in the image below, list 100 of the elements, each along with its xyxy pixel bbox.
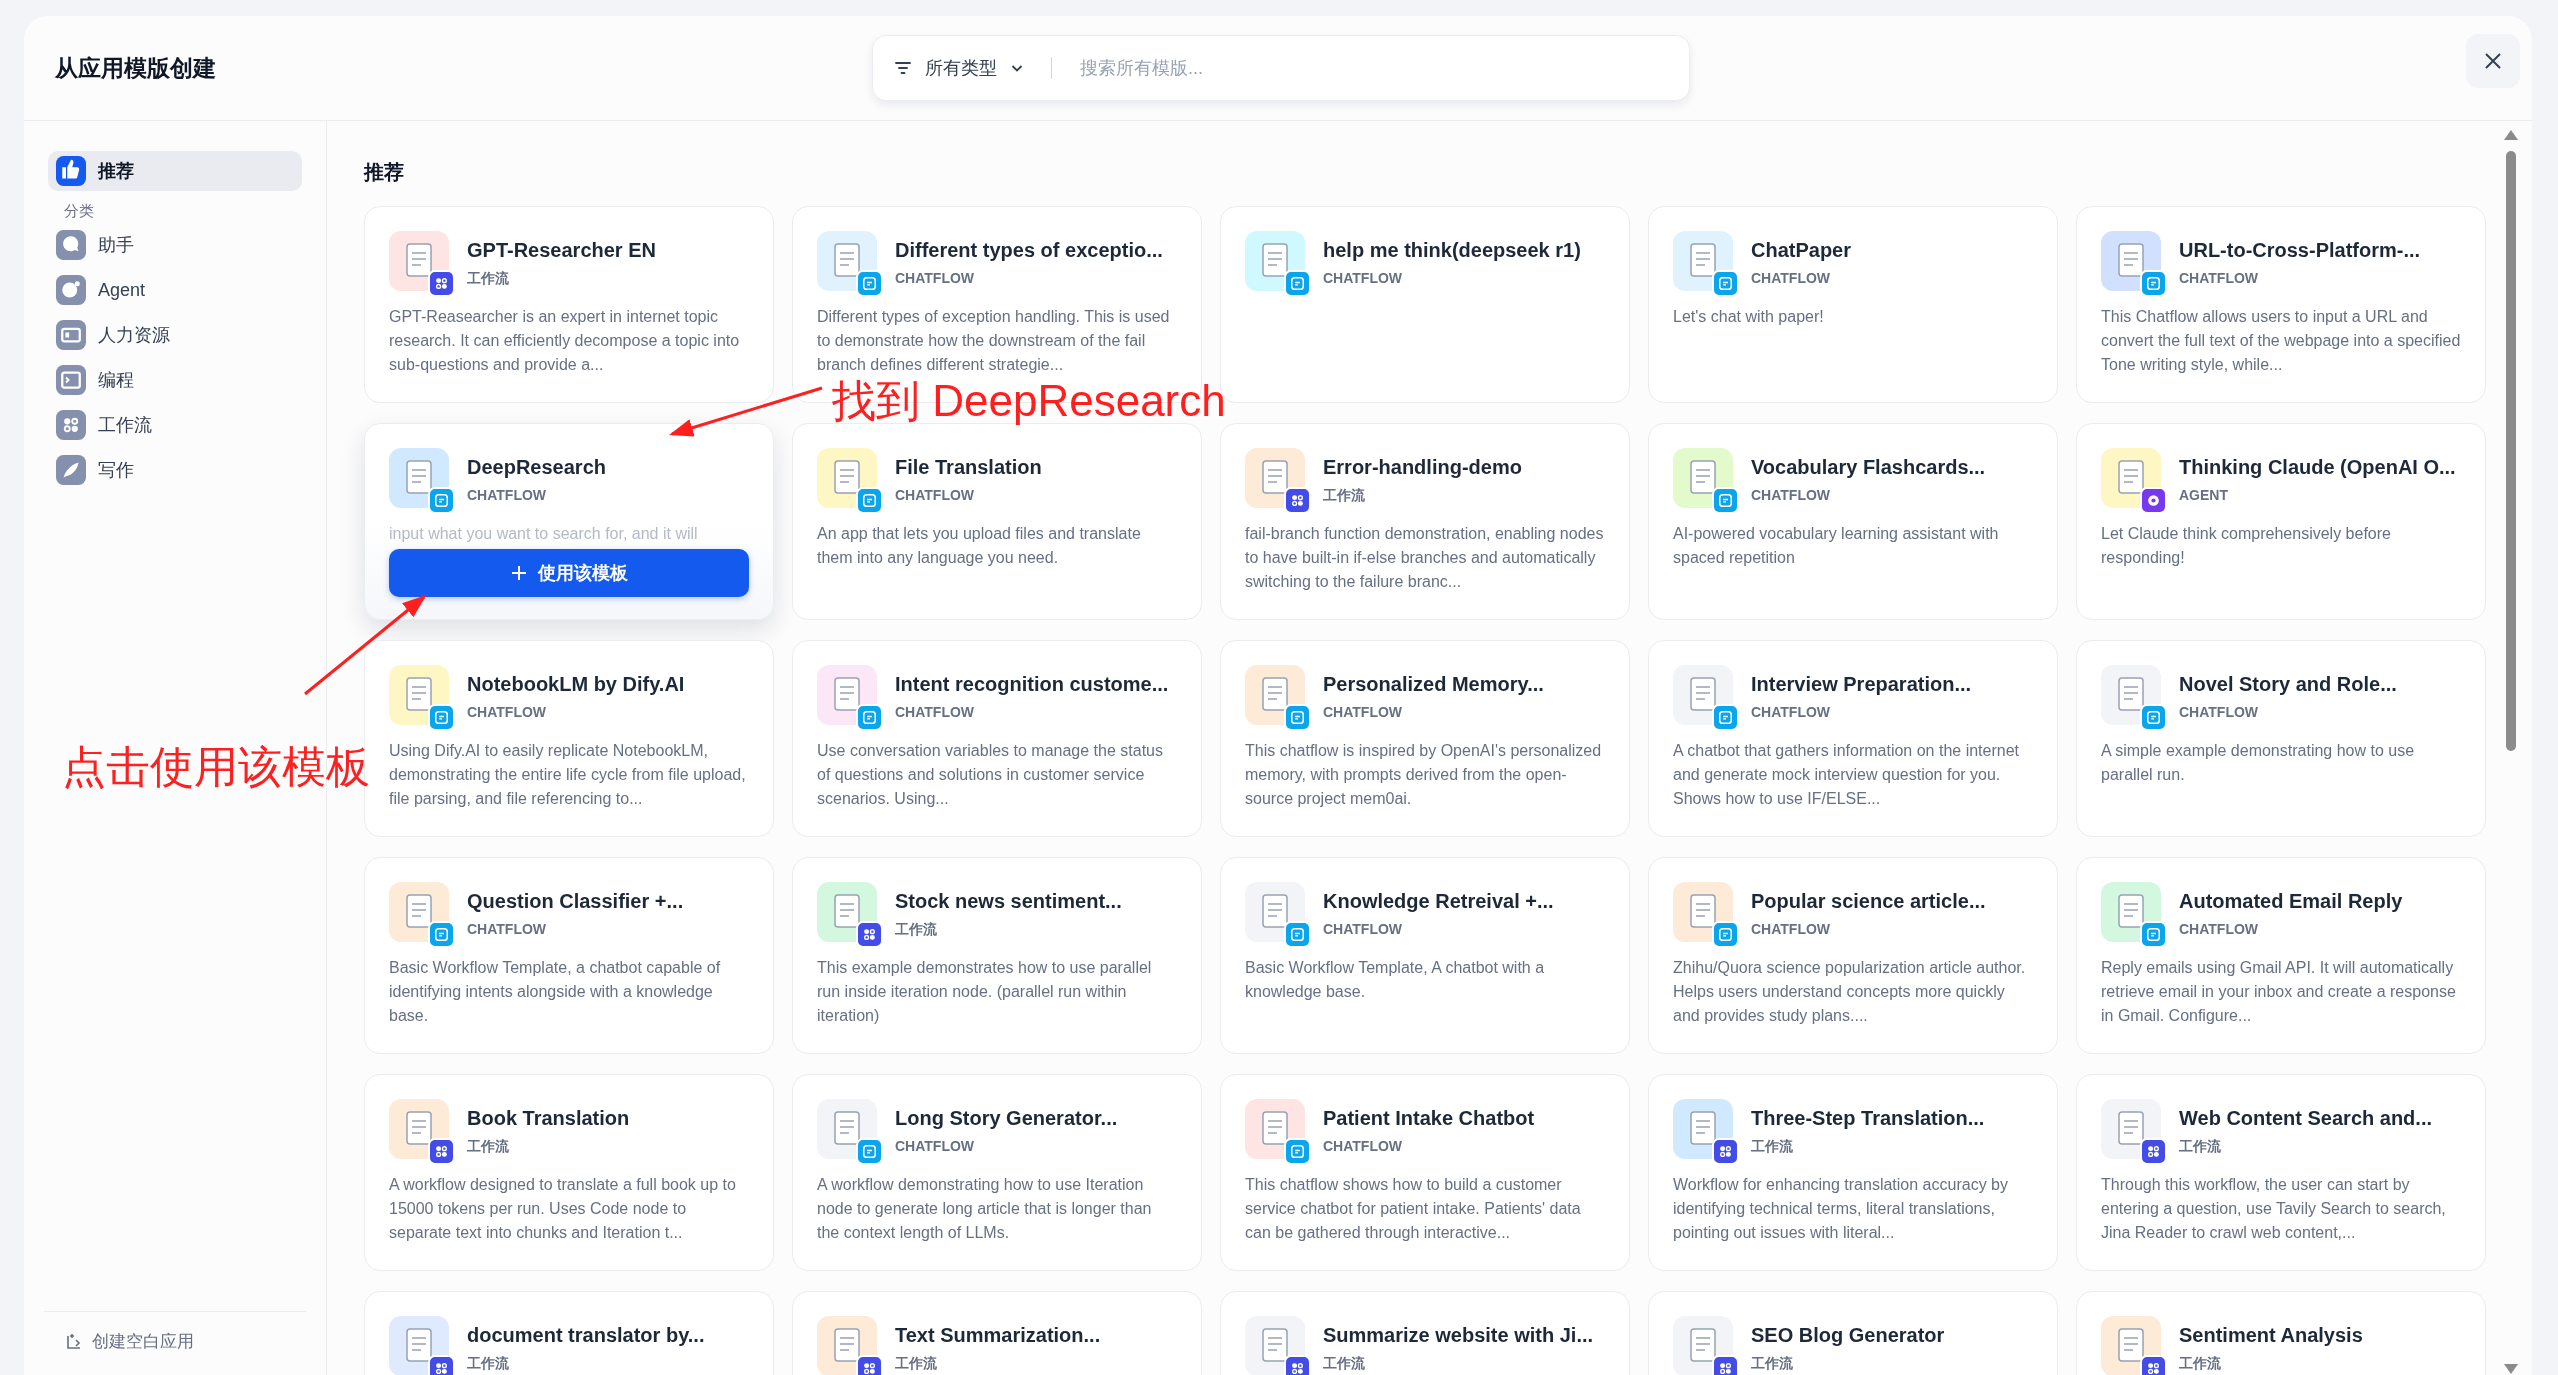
template-name: Book Translation [467,1107,630,1130]
chat-badge-icon [428,487,455,514]
template-type: CHATFLOW [467,921,548,937]
template-name: Different types of exceptio... [895,239,1163,262]
template-type: CHATFLOW [895,1138,976,1154]
sidebar-item[interactable]: Agent [48,270,302,310]
template-type: CHATFLOW [1751,704,1832,720]
scroll-up-arrow-icon[interactable] [2503,129,2519,141]
template-name: Thinking Claude (OpenAI O... [2179,456,2456,479]
scroll-down-arrow-icon[interactable] [2503,1363,2519,1375]
template-type: CHATFLOW [1751,487,1832,503]
template-card[interactable]: Automated Email Reply CHATFLOW Reply emails using Gmail API. It will automatically retrieve email in your inbox and create a response in Gmail. Configure... [2076,857,2486,1054]
template-description: Let Claude think comprehensively before responding! [2101,524,2392,568]
type-filter-dropdown[interactable]: 所有类型 [893,56,1025,80]
template-card[interactable]: SEO Blog Generator 工作流 [1648,1291,2058,1375]
template-name: Novel Story and Role... [2179,673,2397,696]
workflow-badge-icon [1284,1355,1311,1375]
template-card[interactable]: Interview Preparation... CHATFLOW A chatbot that gathers information on the internet and generate mock interview question for you. Shows how to use IF/ELSE... [1648,640,2058,837]
template-type: CHATFLOW [467,487,548,503]
sidebar-item[interactable]: 工作流 [48,405,302,445]
workflow-badge-icon [856,1355,883,1375]
template-type: 工作流 [1751,1138,1794,1156]
chat-badge-icon [1712,487,1739,514]
template-type: 工作流 [1751,1355,1794,1373]
template-card[interactable]: Three-Step Translation... 工作流 Workflow for enhancing translation accuracy by identifying technical terms, literal translations, pointing out issues with literal... [1648,1074,2058,1271]
id-card-icon [56,320,86,350]
sidebar-item[interactable]: 写作 [48,450,302,490]
chat-badge-icon [1284,270,1311,297]
template-description: Reply emails using Gmail API. It will automatically retrieve email in your inbox and create a response in Gmail. Configure... [2101,958,2457,1026]
chat-badge-icon [1284,704,1311,731]
template-name: Automated Email Reply [2179,890,2403,913]
chat-badge-icon [2140,704,2167,731]
template-name: Long Story Generator... [895,1107,1118,1130]
workflow-badge-icon [856,921,883,948]
template-description: A workflow demonstrating how to use Iteration node to generate long article that is longer than the context length of LLMs. [817,1175,1153,1243]
workflow-badge-icon [2140,1138,2167,1165]
template-card[interactable]: Question Classifier +... CHATFLOW Basic Workflow Template, a chatbot capable of identifying intents alongside with a knowledge base. [364,857,774,1054]
chat-badge-icon [1284,921,1311,948]
template-card[interactable]: GPT-Researcher EN 工作流 GPT-Reasearcher is an expert in internet topic research. It can efficiently decompose a topic into sub-questions and provide a... [364,206,774,403]
template-card[interactable]: Intent recognition custome... CHATFLOW Use conversation variables to manage the status of questions and solutions in customer service scenarios. Using... [792,640,1202,837]
template-type: 工作流 [467,270,510,288]
template-description: Through this workflow, the user can start by entering a question, use Tavily Search to search, Jina Reader to crawl web content,... [2101,1175,2447,1243]
sidebar-item[interactable]: 编程 [48,360,302,400]
chat-badge-icon [856,270,883,297]
template-description: Workflow for enhancing translation accuracy by identifying technical terms, literal translations, pointing out issues with literal... [1673,1175,2009,1243]
template-type: 工作流 [895,1355,938,1373]
template-name: Popular science article... [1751,890,1986,913]
template-type: CHATFLOW [895,270,976,286]
template-name: SEO Blog Generator [1751,1324,1945,1347]
template-name: GPT-Researcher EN [467,239,656,262]
template-card[interactable]: Text Summarization... 工作流 [792,1291,1202,1375]
template-card[interactable]: Stock news sentiment... 工作流 This example demonstrates how to use parallel run inside iteration node. (parallel run within iteration) [792,857,1202,1054]
template-card[interactable]: URL-to-Cross-Platform-... CHATFLOW This Chatflow allows users to input a URL and convert the full text of the webpage into a specified Tone writing style, while... [2076,206,2486,403]
use-template-button[interactable]: 使用该模板 [389,549,749,597]
template-card[interactable]: document translator by... 工作流 [364,1291,774,1375]
template-description: A simple example demonstrating how to use parallel run. [2101,741,2416,785]
template-card[interactable]: DeepResearch CHATFLOW input what you want to search for, and it will 使用该模板 [364,423,774,620]
template-description: A workflow designed to translate a full book up to 15000 tokens per run. Uses Code node to separate text into chunks and Iteration t... [389,1175,737,1243]
search-bar[interactable]: 所有类型 搜索所有模版... [872,35,1690,101]
template-description: Zhihu/Quora science popularization article author. Helps users understand concepts more quickly and provides study plans.... [1673,958,2027,1026]
template-card[interactable]: Thinking Claude (OpenAI O... AGENT Let Claude think comprehensively before responding! [2076,423,2486,620]
chat-badge-icon [2140,270,2167,297]
template-name: NotebookLM by Dify.AI [467,673,685,696]
close-button[interactable] [2466,34,2520,88]
workflow-badge-icon [428,1355,455,1375]
template-card[interactable]: Sentiment Analysis 工作流 [2076,1291,2486,1375]
template-name: DeepResearch [467,456,606,479]
template-card[interactable]: ChatPaper CHATFLOW Let's chat with paper! [1648,206,2058,403]
template-description: This chatflow shows how to build a customer service chatbot for patient intake. Patients' data can be gathered through interactive... [1245,1175,1582,1243]
template-card[interactable]: Vocabulary Flashcards... CHATFLOW AI-powered vocabulary learning assistant with spaced repetition [1648,423,2058,620]
template-card[interactable]: Summarize website with Ji... 工作流 [1220,1291,1630,1375]
template-card[interactable]: Web Content Search and... 工作流 Through this workflow, the user can start by entering a question, use Tavily Search to search, Jina Reader to crawl web content,... [2076,1074,2486,1271]
template-card[interactable]: Novel Story and Role... CHATFLOW A simple example demonstrating how to use parallel run. [2076,640,2486,837]
chat-badge-icon [1712,270,1739,297]
template-description: Different types of exception handling. This is used to demonstrate how the downstream of the fail branch defines different strategie... [817,307,1171,375]
scrollbar-thumb[interactable] [2506,151,2516,751]
template-card[interactable]: Error-handling-demo 工作流 fail-branch function demonstration, enabling nodes to have built-in if-else branches and automatically switching to the failure branc... [1220,423,1630,620]
template-type: 工作流 [2179,1355,2222,1373]
sidebar-item[interactable]: 助手 [48,225,302,265]
create-blank-app-link[interactable]: 创建空白应用 [64,1330,194,1353]
template-type: CHATFLOW [895,704,976,720]
workflow-badge-icon [1712,1138,1739,1165]
template-description: An app that lets you upload files and translate them into any language you need. [817,524,1142,568]
template-card[interactable]: Popular science article... CHATFLOW Zhihu/Quora science popularization article author. Helps users understand concepts more quickly and provides study plans.... [1648,857,2058,1054]
template-name: Interview Preparation... [1751,673,1972,696]
template-card[interactable]: Personalized Memory... CHATFLOW This chatflow is inspired by OpenAI's personalized memory, with prompts derived from the open-source project mem0ai. [1220,640,1630,837]
search-field[interactable]: 搜索所有模版... [1078,56,1669,80]
template-description: GPT-Reasearcher is an expert in internet topic research. It can efficiently decompose a topic into sub-questions and provide a... [389,307,741,375]
template-card[interactable]: Patient Intake Chatbot CHATFLOW This chatflow shows how to build a customer service chatbot for patient intake. Patients' data can be gathered through interactive... [1220,1074,1630,1271]
sidebar-item[interactable]: 人力资源 [48,315,302,355]
template-card[interactable]: Book Translation 工作流 A workflow designed to translate a full book up to 15000 tokens per run. Uses Code node to separate text into chunks and Iteration t... [364,1074,774,1271]
template-type: CHATFLOW [1323,704,1404,720]
template-name: document translator by... [467,1324,705,1347]
template-name: Vocabulary Flashcards... [1751,456,1986,479]
template-name: Error-handling-demo [1323,456,1522,479]
sidebar-item[interactable]: 推荐 [48,151,302,191]
template-card[interactable]: Long Story Generator... CHATFLOW A workflow demonstrating how to use Iteration node to generate long article that is longer than the context length of LLMs. [792,1074,1202,1271]
template-card[interactable]: Knowledge Retreival +... CHATFLOW Basic Workflow Template, A chatbot with a knowledge base. [1220,857,1630,1054]
workflow-badge-icon [428,270,455,297]
template-type: 工作流 [467,1138,510,1156]
